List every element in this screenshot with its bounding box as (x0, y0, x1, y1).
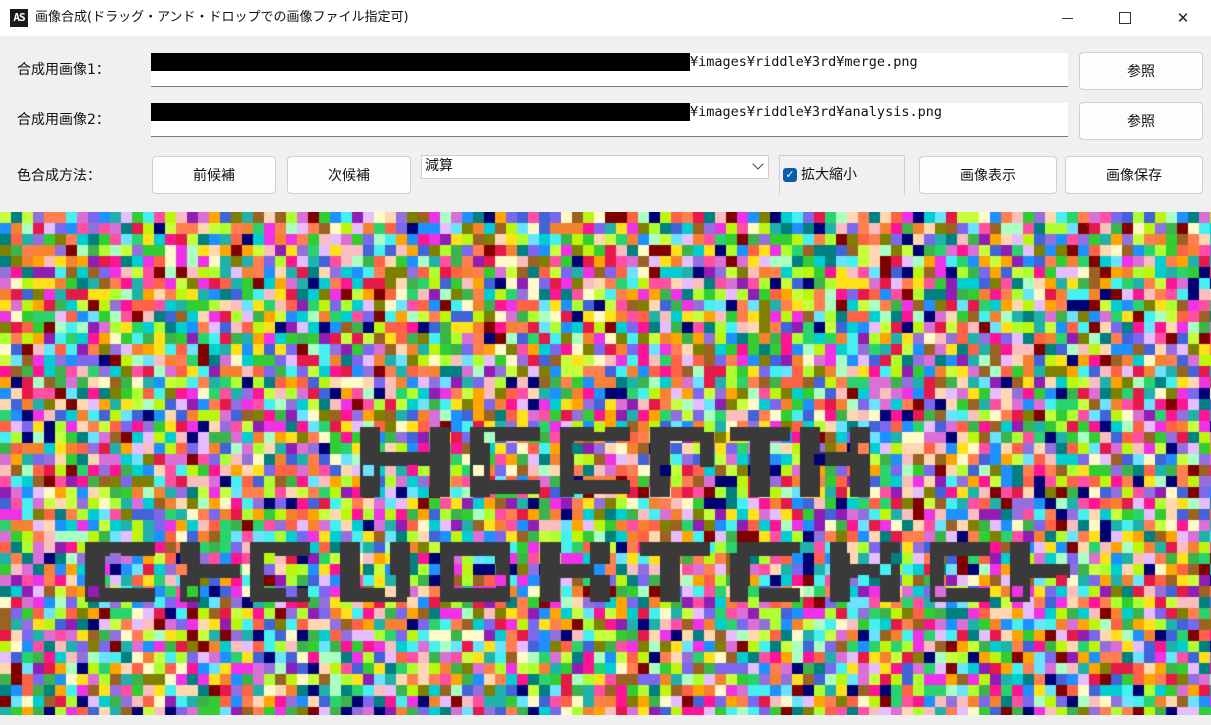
scale-checkbox-label[interactable]: 拡大縮小 (801, 165, 857, 185)
image2-path-text: ¥images¥riddle¥3rd¥analysis.png (690, 104, 942, 120)
redacted-path-prefix (151, 103, 690, 121)
image2-path-input[interactable]: ¥images¥riddle¥3rd¥analysis.png (151, 103, 1068, 137)
window-title: 画像合成(ドラッグ・アンド・ドロップでの画像ファイル指定可) (35, 10, 409, 25)
scale-checkbox-group: ✓ 拡大縮小 (779, 155, 905, 195)
app-icon: AS (10, 9, 28, 27)
bottom-edge (0, 715, 1211, 725)
image1-path-text: ¥images¥riddle¥3rd¥merge.png (690, 54, 918, 70)
image1-label: 合成用画像1： (17, 62, 110, 78)
next-candidate-button[interactable]: 次候補 (287, 156, 411, 194)
method-label: 色合成方法： (17, 168, 101, 184)
title-bar: AS 画像合成(ドラッグ・アンド・ドロップでの画像ファイル指定可) ✕ (0, 0, 1211, 36)
merged-image-preview (0, 212, 1211, 715)
close-icon: ✕ (1176, 9, 1190, 27)
save-image-button[interactable]: 画像保存 (1065, 156, 1203, 194)
show-image-button[interactable]: 画像表示 (919, 156, 1057, 194)
minimize-icon (1061, 17, 1073, 19)
prev-candidate-button[interactable]: 前候補 (152, 156, 276, 194)
close-button[interactable]: ✕ (1154, 0, 1211, 36)
image1-path-input[interactable]: ¥images¥riddle¥3rd¥merge.png (151, 53, 1068, 87)
blend-method-select[interactable]: 減算 (421, 155, 769, 179)
image1-browse-button[interactable]: 参照 (1079, 52, 1203, 90)
image2-label: 合成用画像2： (17, 112, 110, 128)
image2-browse-button[interactable]: 参照 (1079, 102, 1203, 140)
redacted-path-prefix (151, 53, 690, 71)
minimize-button[interactable] (1038, 0, 1096, 36)
chevron-down-icon (752, 158, 764, 170)
blend-method-value: 減算 (425, 158, 453, 174)
scale-checkbox[interactable]: ✓ (783, 168, 797, 182)
maximize-icon (1119, 12, 1131, 24)
maximize-button[interactable] (1096, 0, 1154, 36)
